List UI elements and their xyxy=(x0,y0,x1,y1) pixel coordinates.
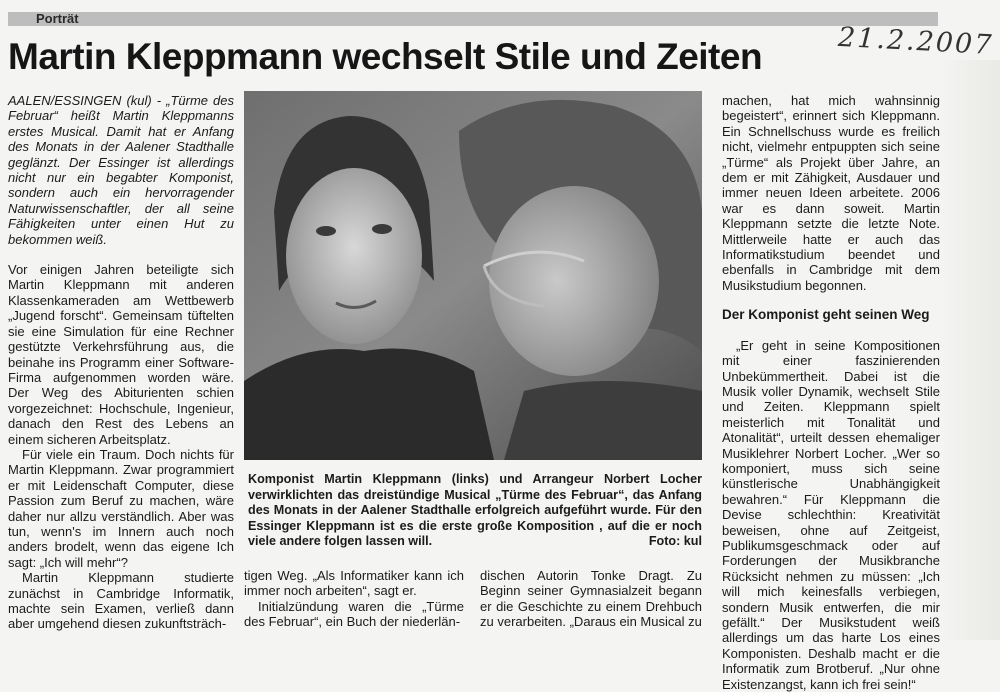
article-column-2: tigen Weg. „Als Informatiker kann ich im… xyxy=(244,568,464,630)
rubric-label: Porträt xyxy=(36,11,79,26)
article-column-4: machen, hat mich wahnsinnig begeistert“,… xyxy=(722,93,940,692)
article-column-3: dischen Autorin Tonke Dragt. Zu Beginn s… xyxy=(480,568,702,630)
intro-paragraph: AALEN/ESSINGEN (kul) - „Türme des Februa… xyxy=(8,93,234,247)
rubric-bar: Porträt xyxy=(8,12,938,26)
caption-text: Komponist Martin Kleppmann (links) und A… xyxy=(248,472,702,549)
body-paragraph: machen, hat mich wahnsinnig begeistert“,… xyxy=(722,93,940,293)
section-subheading: Der Komponist geht seinen Weg xyxy=(722,307,930,323)
body-paragraph: tigen Weg. „Als Informatiker kann ich im… xyxy=(244,568,464,599)
page-margin xyxy=(940,60,1000,640)
handwritten-date: 21.2.2007 xyxy=(837,21,995,62)
body-paragraph: Initialzündung waren die „Türme des Febr… xyxy=(244,598,464,630)
body-paragraph: Vor einigen Jahren beteiligte sich Marti… xyxy=(8,262,234,447)
body-paragraph: Martin Kleppmann studierte zunächst in C… xyxy=(8,570,234,632)
article-photo xyxy=(244,91,702,460)
body-paragraph: dischen Autorin Tonke Dragt. Zu Beginn s… xyxy=(480,568,702,630)
article-column-1: AALEN/ESSINGEN (kul) - „Türme des Februa… xyxy=(8,93,234,632)
body-paragraph: „Er geht in seine Kompositionen mit eine… xyxy=(722,337,940,692)
photo-caption: Komponist Martin Kleppmann (links) und A… xyxy=(248,472,702,550)
photo-credit: Foto: kul xyxy=(648,534,702,549)
body-paragraph: Für viele ein Traum. Doch nichts für Mar… xyxy=(8,446,234,570)
headline: Martin Kleppmann wechselt Stile und Zeit… xyxy=(8,36,763,77)
